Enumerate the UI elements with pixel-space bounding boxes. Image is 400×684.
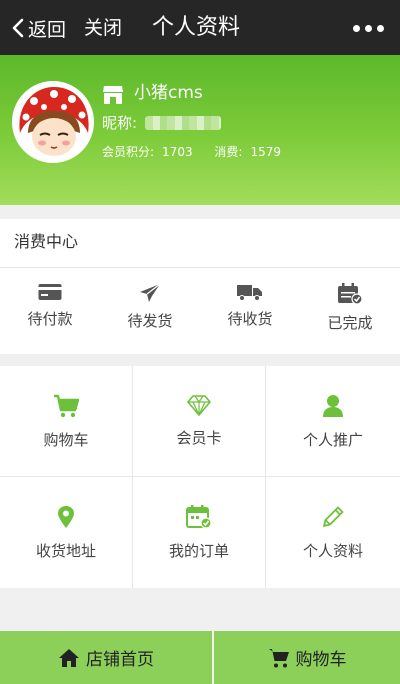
grid-item-label: 会员卡 <box>176 429 222 447</box>
member-stats: 会员积分: 1703 消费: 1579 <box>102 144 289 160</box>
grid-item-label: 购物车 <box>43 431 89 449</box>
grid-item-cart[interactable]: 购物车 <box>0 366 133 477</box>
dot-icon <box>377 24 384 32</box>
chevron-left-icon <box>12 18 24 38</box>
order-label: 已完成 <box>327 314 373 332</box>
points-label: 会员积分: <box>102 145 155 159</box>
back-label: 返回 <box>28 18 67 41</box>
order-status-pending-receipt[interactable]: 待收货 <box>200 283 300 343</box>
order-status-completed[interactable]: 已完成 <box>300 283 400 343</box>
grid-item-label: 我的订单 <box>168 542 229 560</box>
order-status-pending-payment[interactable]: 待付款 <box>0 283 100 343</box>
cart-icon <box>54 394 79 418</box>
truck-icon <box>237 285 262 301</box>
grid-item-my-orders[interactable]: 我的订单 <box>133 477 266 588</box>
dot-icon <box>353 24 360 32</box>
shop-home-label: 店铺首页 <box>86 650 154 670</box>
order-label: 待收货 <box>227 310 273 328</box>
order-status-pending-shipment[interactable]: 待发货 <box>100 283 200 343</box>
user-icon <box>323 395 343 417</box>
shop-icon <box>103 86 123 104</box>
order-label: 待发货 <box>127 312 173 330</box>
grid-item-member-card[interactable]: 会员卡 <box>133 366 266 477</box>
nickname-label: 昵称: <box>102 114 138 132</box>
grid-item-label: 个人推广 <box>302 431 363 449</box>
profile-header: 小猪cms 昵称: 会员积分: 1703 消费: 1579 <box>0 55 400 205</box>
avatar-illustration <box>14 83 92 161</box>
grid-item-label: 收货地址 <box>35 542 96 560</box>
paper-plane-icon <box>140 283 161 302</box>
more-menu-button[interactable] <box>353 18 384 38</box>
pencil-icon <box>323 506 344 527</box>
spend-label: 消费: <box>214 145 243 159</box>
grid-item-promotion[interactable]: 个人推广 <box>266 366 400 477</box>
grid-item-address[interactable]: 收货地址 <box>0 477 133 588</box>
consumption-center: 消费中心 待付款 待发货 待收货 已完成 <box>0 219 400 354</box>
spend-value: 1579 <box>250 145 282 159</box>
function-grid: 购物车 会员卡 个人推广 收货地址 我的订单 个人资料 <box>0 366 400 588</box>
section-title: 消费中心 <box>14 232 79 251</box>
cart-icon <box>268 648 289 667</box>
close-button[interactable]: 关闭 <box>84 14 122 42</box>
home-icon <box>59 648 79 667</box>
bottom-bar: 店铺首页 购物车 <box>0 631 400 684</box>
calendar-check-icon <box>338 283 363 305</box>
order-label: 待付款 <box>27 310 73 328</box>
location-pin-icon <box>58 506 74 528</box>
grid-item-profile[interactable]: 个人资料 <box>266 477 400 588</box>
dot-icon <box>365 24 372 32</box>
shop-name: 小猪cms <box>134 83 203 103</box>
top-nav-bar: 返回 关闭 个人资料 <box>0 0 400 55</box>
calendar-check-icon <box>186 505 212 529</box>
grid-item-label: 个人资料 <box>302 542 363 560</box>
avatar[interactable] <box>12 81 94 163</box>
cart-button[interactable]: 购物车 <box>214 631 400 684</box>
points-value: 1703 <box>162 145 193 159</box>
diamond-icon <box>187 395 211 416</box>
shop-home-button[interactable]: 店铺首页 <box>0 631 212 684</box>
back-button[interactable]: 返回 <box>12 14 66 42</box>
card-icon <box>38 284 62 300</box>
divider <box>0 267 400 268</box>
cart-label: 购物车 <box>295 650 347 670</box>
page-title: 个人资料 <box>152 15 241 40</box>
nickname-blurred <box>145 116 221 130</box>
